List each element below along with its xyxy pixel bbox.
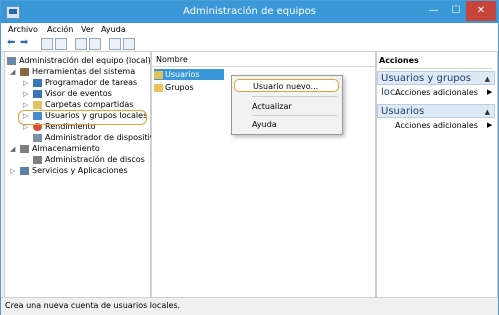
computer-management-icon: [7, 57, 16, 65]
actions-title: Acciones: [379, 54, 493, 69]
storage-icon: [20, 145, 29, 153]
computer-management-window: Administración de equipos — ☐ ✕ Archivo …: [0, 0, 499, 315]
menu-separator: [252, 115, 337, 116]
show-hide-tree-icon[interactable]: [55, 38, 67, 50]
menu-archivo[interactable]: Archivo: [8, 25, 38, 34]
menu-separator: [252, 96, 337, 97]
help-icon[interactable]: [109, 38, 121, 50]
menu-item-new-user[interactable]: Usuario nuevo...: [234, 79, 339, 92]
expand-icon[interactable]: ▷: [23, 89, 28, 99]
refresh-icon[interactable]: [75, 38, 87, 50]
highlight-outline: [18, 110, 147, 125]
folder-icon: [33, 101, 42, 109]
status-bar: Crea una nueva cuenta de usuarios locale…: [1, 297, 498, 315]
menu-bar: Archivo Acción Ver Ayuda: [1, 23, 498, 37]
services-icon: [20, 167, 29, 175]
console-tree: Administración del equipo (local) ◢ Herr…: [4, 51, 164, 298]
action-more-actions[interactable]: Acciones adicionales: [395, 88, 478, 98]
menu-accion[interactable]: Acción: [47, 25, 73, 34]
expand-icon[interactable]: ▷: [23, 100, 28, 110]
folder-icon: [154, 83, 163, 92]
title-bar: Administración de equipos — ☐ ✕: [1, 1, 498, 23]
clock-icon: [33, 79, 42, 87]
submenu-arrow-icon: ▶: [487, 121, 493, 129]
collapse-up-icon[interactable]: ▲: [485, 72, 490, 86]
tools-icon: [20, 68, 29, 76]
actions-pane: Acciones Usuarios y grupos loc... ▲ Acci…: [376, 51, 498, 298]
device-manager-icon: [33, 134, 42, 142]
collapse-icon[interactable]: ◢: [10, 67, 15, 77]
disk-icon: [33, 156, 42, 164]
menu-item-help[interactable]: Ayuda: [234, 118, 339, 131]
expand-icon[interactable]: ▷: [10, 166, 15, 176]
submenu-arrow-icon: ▶: [487, 88, 493, 96]
menu-item-refresh[interactable]: Actualizar: [234, 100, 339, 113]
collapse-icon[interactable]: ◢: [10, 144, 15, 154]
folder-icon: [154, 70, 163, 79]
back-arrow-icon[interactable]: ⬅: [7, 37, 15, 48]
menu-ver[interactable]: Ver: [81, 25, 94, 34]
actions-section-users-groups[interactable]: Usuarios y grupos loc... ▲: [377, 71, 495, 98]
properties-icon[interactable]: [123, 38, 135, 50]
action-more-actions[interactable]: Acciones adicionales: [395, 121, 478, 131]
maximize-button[interactable]: ☐: [446, 1, 466, 21]
export-list-icon[interactable]: [89, 38, 101, 50]
menu-ayuda[interactable]: Ayuda: [101, 25, 126, 34]
context-menu: Usuario nuevo... Actualizar Ayuda: [231, 75, 343, 135]
collapse-up-icon[interactable]: ▲: [485, 105, 490, 119]
list-item-grupos[interactable]: Grupos: [154, 82, 194, 93]
expand-icon[interactable]: ▷: [23, 78, 28, 88]
list-item-usuarios[interactable]: Usuarios: [154, 69, 224, 80]
column-header-name[interactable]: Nombre: [152, 52, 375, 67]
event-viewer-icon: [33, 90, 42, 98]
minimize-button[interactable]: —: [421, 1, 446, 21]
status-text: Crea una nueva cuenta de usuarios locale…: [5, 301, 181, 310]
toolbar: ⬅ ➡: [1, 37, 498, 52]
actions-section-users[interactable]: Usuarios ▲: [377, 104, 495, 118]
close-button[interactable]: ✕: [466, 1, 496, 21]
forward-arrow-icon[interactable]: ➡: [20, 37, 28, 48]
up-folder-icon[interactable]: [41, 38, 53, 50]
